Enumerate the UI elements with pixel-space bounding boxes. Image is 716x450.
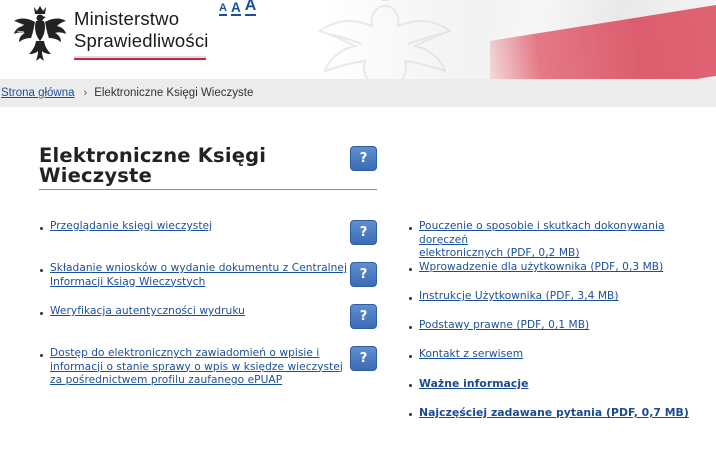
link-line: Najczęściej zadawane pytania (PDF, 0,7 M… bbox=[419, 406, 689, 419]
link-skladanie-wnioskow[interactable]: Składanie wniosków o wydanie dokumentu z… bbox=[50, 262, 347, 289]
link-wprowadzenie[interactable]: Wprowadzenie dla użytkownika (PDF, 0,3 M… bbox=[419, 261, 663, 275]
bullet-icon bbox=[409, 268, 412, 271]
bullet-icon bbox=[409, 326, 412, 329]
link-line: Wprowadzenie dla użytkownika (PDF, 0,3 M… bbox=[419, 261, 664, 273]
link-podstawy-prawne[interactable]: Podstawy prawne (PDF, 0,1 MB) bbox=[419, 319, 589, 333]
logo-underline-bar bbox=[74, 56, 206, 60]
breadcrumb-current: Elektroniczne Księgi Wieczyste bbox=[94, 87, 254, 99]
link-faq[interactable]: Najczęściej zadawane pytania (PDF, 0,7 M… bbox=[419, 406, 689, 420]
link-instrukcje[interactable]: Instrukcje Użytkownika (PDF, 3,4 MB) bbox=[419, 290, 619, 304]
ministry-name-line1: Ministerstwo bbox=[74, 8, 180, 29]
breadcrumb-home-link[interactable]: Strona główna bbox=[0, 87, 75, 99]
link-line: Instrukcje Użytkownika (PDF, 3,4 MB) bbox=[419, 290, 619, 302]
link-line: elektronicznych (PDF, 0,2 MB) bbox=[419, 247, 580, 259]
link-line: Podstawy prawne (PDF, 0,1 MB) bbox=[419, 319, 590, 331]
link-line: Informacji Ksiąg Wieczystych bbox=[50, 275, 206, 288]
bullet-icon bbox=[40, 354, 43, 357]
ministry-name[interactable]: Ministerstwo Sprawiedliwości bbox=[74, 8, 209, 52]
bullet-icon bbox=[409, 227, 412, 230]
bullet-icon bbox=[40, 269, 43, 272]
bullet-icon bbox=[40, 312, 43, 315]
link-przegladanie[interactable]: Przeglądanie księgi wieczystej bbox=[50, 220, 212, 234]
help-button-weryfikacja[interactable]: ? bbox=[350, 304, 377, 329]
title-divider bbox=[39, 189, 377, 190]
font-size-small-button[interactable]: A bbox=[219, 3, 227, 16]
page-title-line2: Wieczyste bbox=[39, 164, 152, 187]
font-size-switcher: A A A bbox=[219, 0, 257, 16]
polish-flag-banner bbox=[490, 0, 716, 79]
bullet-icon bbox=[409, 355, 412, 358]
site-header: Ministerstwo Sprawiedliwości A A A bbox=[0, 0, 716, 79]
font-size-medium-button[interactable]: A bbox=[230, 0, 241, 16]
link-line: Składanie wniosków o wydanie dokumentu z… bbox=[50, 262, 347, 274]
link-kontakt[interactable]: Kontakt z serwisem bbox=[419, 348, 523, 362]
page-title: Elektroniczne Księgi Wieczyste bbox=[39, 146, 266, 186]
font-size-large-button[interactable]: A bbox=[244, 0, 257, 16]
link-line: Dostęp do elektronicznych zawiadomień o … bbox=[50, 347, 320, 359]
help-button-skladanie[interactable]: ? bbox=[350, 262, 377, 287]
link-line: Kontakt z serwisem bbox=[419, 348, 524, 360]
ministry-name-line2: Sprawiedliwości bbox=[74, 30, 209, 51]
link-line: informacji o stanie sprawy o wpis w księ… bbox=[50, 360, 343, 373]
breadcrumb: Strona główna › Elektroniczne Księgi Wie… bbox=[0, 79, 716, 107]
link-dostep-epuap[interactable]: Dostęp do elektronicznych zawiadomień o … bbox=[50, 347, 343, 388]
link-wazne-informacje[interactable]: Ważne informacje bbox=[419, 377, 528, 391]
link-line: Pouczenie o sposobie i skutkach dokonywa… bbox=[419, 220, 665, 246]
link-line: za pośrednictwem profilu zaufanego ePUAP bbox=[50, 374, 283, 386]
help-button-przegladanie[interactable]: ? bbox=[350, 220, 377, 245]
bullet-icon bbox=[40, 227, 43, 230]
bullet-icon bbox=[409, 297, 412, 300]
eagle-watermark-icon bbox=[317, 0, 453, 79]
chevron-right-icon: › bbox=[83, 87, 88, 99]
link-weryfikacja[interactable]: Weryfikacja autentyczności wydruku bbox=[50, 305, 245, 319]
bullet-icon bbox=[409, 413, 412, 416]
link-line: Przeglądanie księgi wieczystej bbox=[50, 220, 213, 232]
link-line: Weryfikacja autentyczności wydruku bbox=[50, 305, 245, 317]
emblem-eagle-icon[interactable] bbox=[12, 3, 68, 65]
bullet-icon bbox=[409, 384, 412, 387]
link-pouczenie[interactable]: Pouczenie o sposobie i skutkach dokonywa… bbox=[419, 220, 716, 261]
help-button-dostep[interactable]: ? bbox=[350, 346, 377, 371]
title-help-button[interactable]: ? bbox=[350, 146, 377, 171]
link-line: Ważne informacje bbox=[419, 377, 529, 390]
